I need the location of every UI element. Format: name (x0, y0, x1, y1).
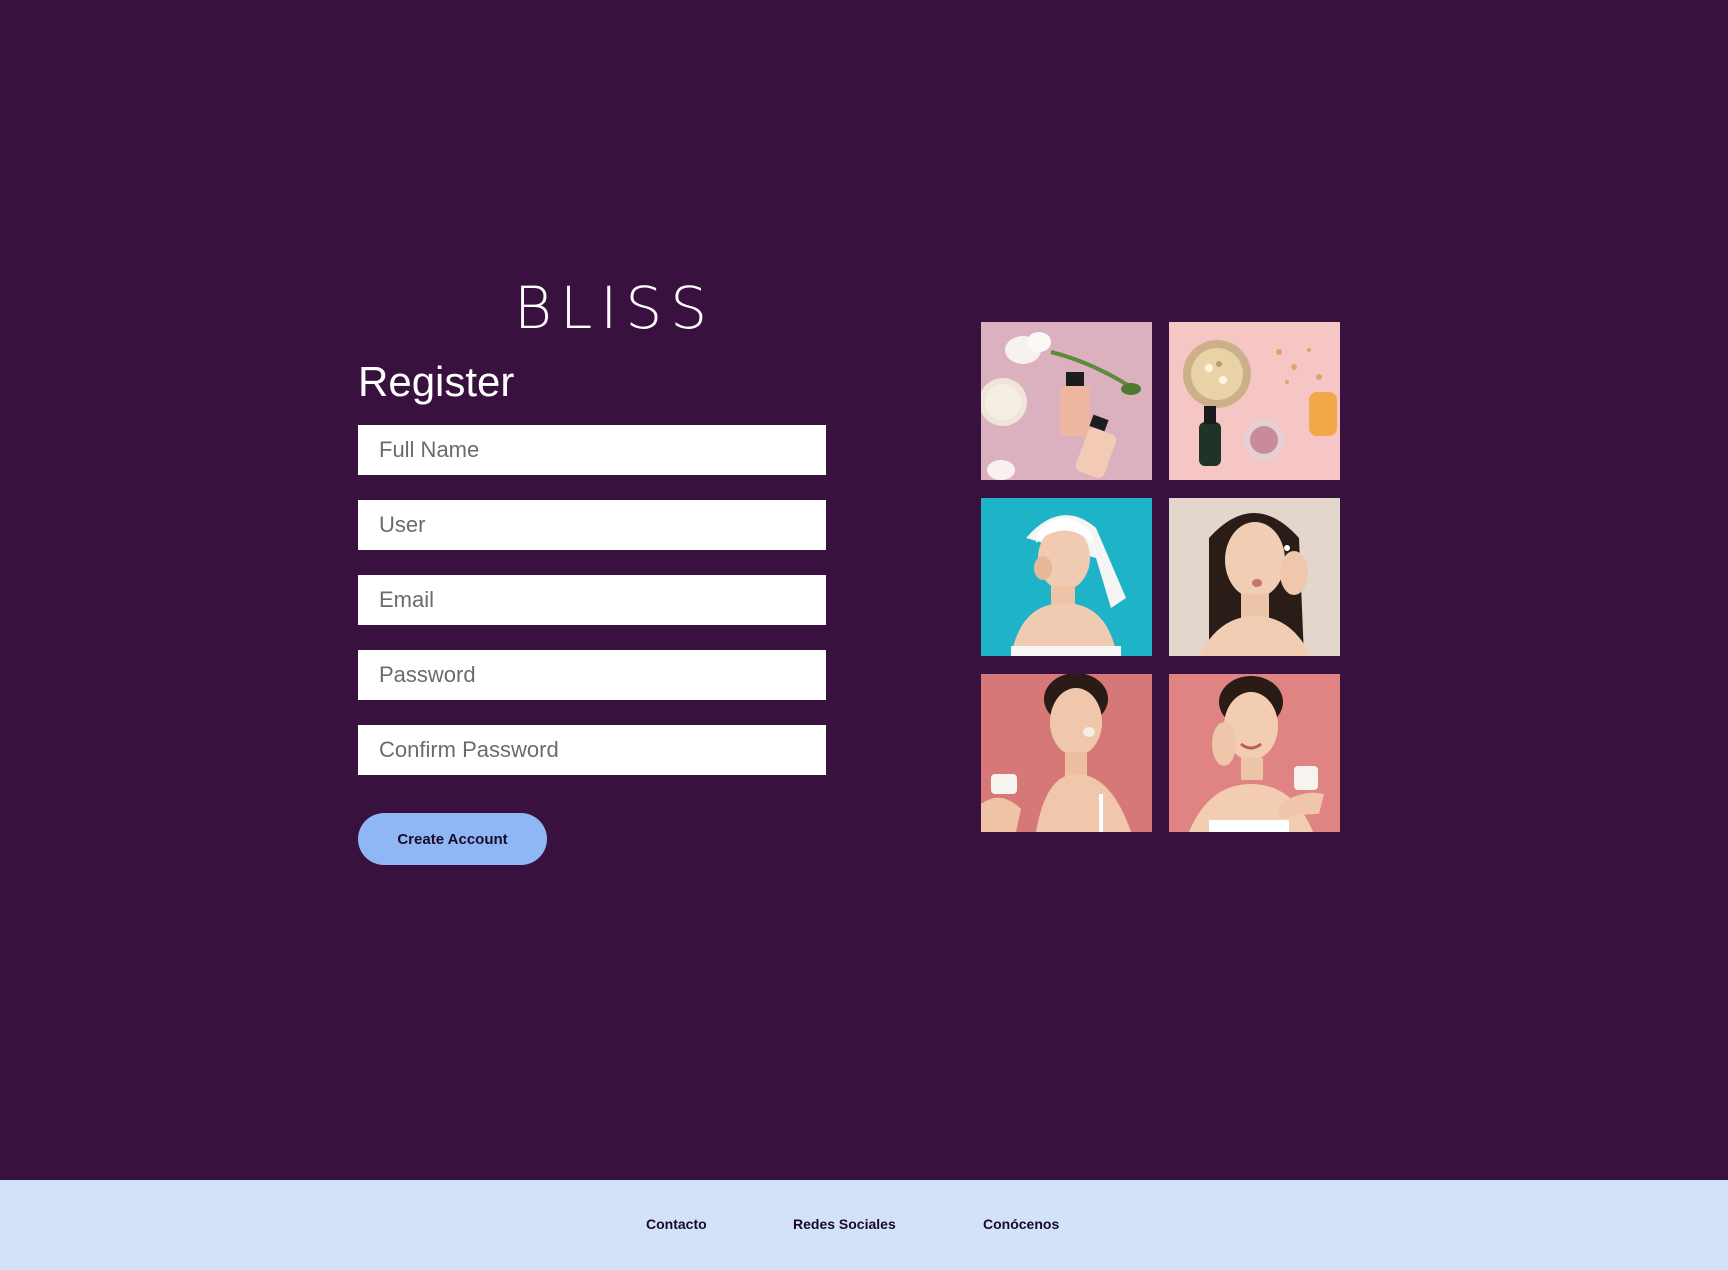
woman-applying-cream-image (1169, 498, 1340, 656)
create-account-button[interactable]: Create Account (358, 813, 547, 865)
register-form (358, 425, 826, 800)
skincare-bottles-flowers-image (981, 322, 1152, 480)
skincare-oil-granules-image (1169, 322, 1340, 480)
brand-logo: BLISS (514, 274, 716, 342)
confirm-password-field[interactable] (358, 725, 826, 775)
woman-holding-cream-jar-image (981, 674, 1152, 832)
woman-smiling-cream-jar-image (1169, 674, 1340, 832)
user-field[interactable] (358, 500, 826, 550)
full-name-field[interactable] (358, 425, 826, 475)
footer: Contacto Redes Sociales Conócenos (0, 1180, 1728, 1270)
footer-link-conocenos[interactable]: Conócenos (983, 1214, 1059, 1234)
password-field[interactable] (358, 650, 826, 700)
image-gallery (981, 322, 1341, 832)
woman-towel-cotton-pad-image (981, 498, 1152, 656)
footer-link-contacto[interactable]: Contacto (646, 1214, 707, 1234)
footer-link-redes-sociales[interactable]: Redes Sociales (793, 1214, 896, 1234)
email-field[interactable] (358, 575, 826, 625)
page-title: Register (358, 358, 515, 405)
